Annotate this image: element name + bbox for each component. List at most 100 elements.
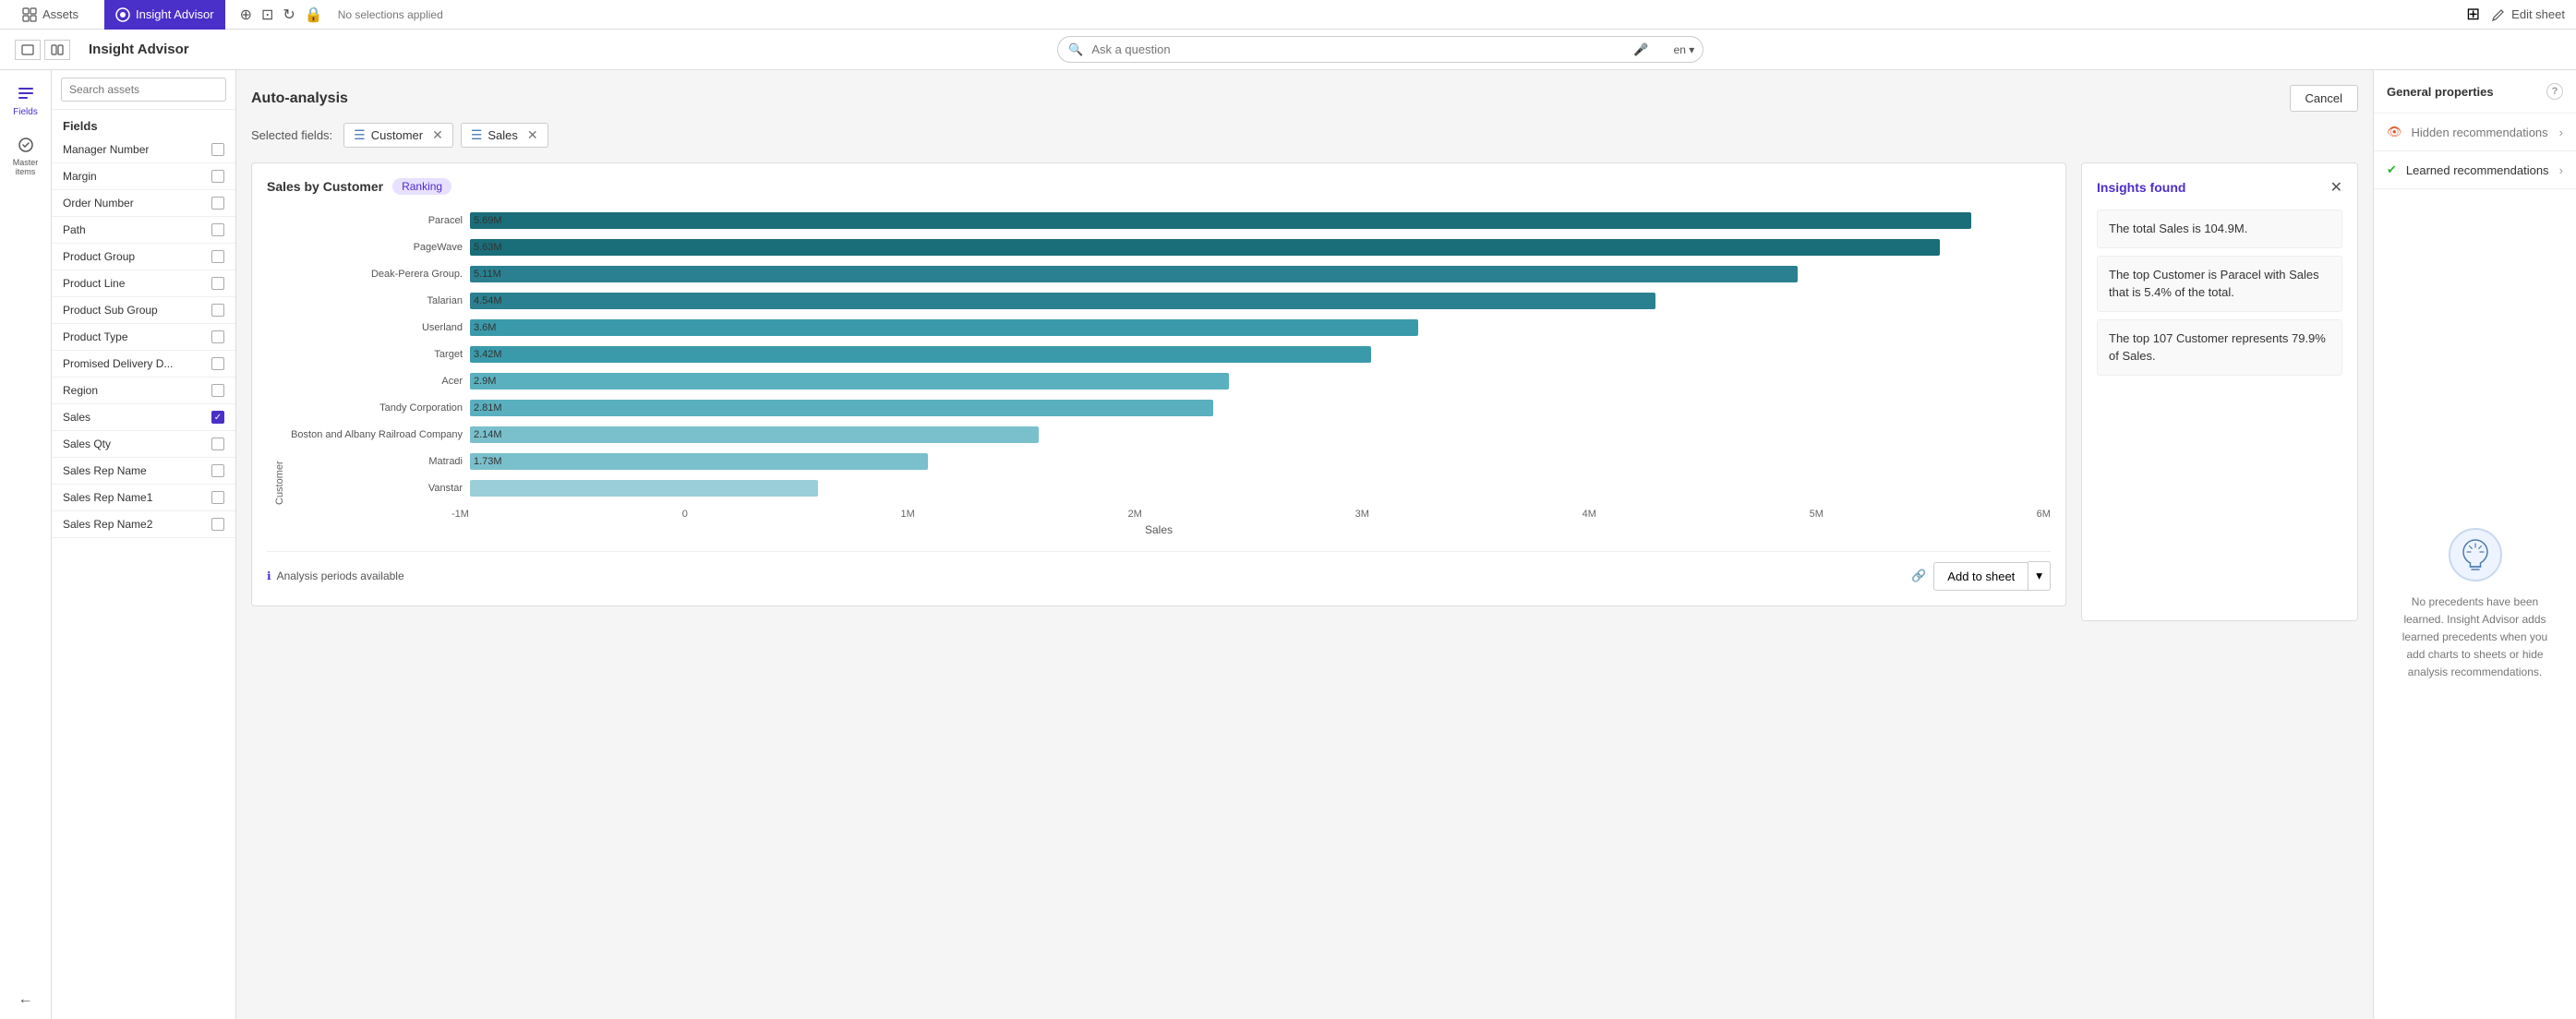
single-panel-btn[interactable] [15,40,41,60]
field-checkbox[interactable] [211,438,224,450]
field-item[interactable]: Product Sub Group [52,297,235,324]
grid-view-icon[interactable]: ⊞ [2466,5,2480,24]
field-checkbox[interactable] [211,170,224,183]
edit-sheet-button[interactable]: Edit sheet [2491,7,2565,22]
field-checkbox[interactable] [211,143,224,156]
sidebar-item-master[interactable]: Master items [0,128,51,184]
bar-track: 2.81M [470,400,2051,416]
sales-tag-remove[interactable]: ✕ [527,127,538,143]
field-item-name: Region [63,384,98,397]
collapse-arrow: ← [18,991,33,1008]
help-icon[interactable]: ? [2546,83,2563,100]
bar-fill: 3.42M [470,346,1371,363]
bar-fill: 1.73M [470,453,928,470]
search-assets-input[interactable] [61,78,226,102]
field-item[interactable]: Product Type [52,324,235,351]
chart-title: Sales by Customer [267,179,383,194]
field-checkbox[interactable] [211,223,224,236]
field-item-name: Order Number [63,197,134,210]
bar-row: Talarian 4.54M [285,290,2051,311]
learned-recs-chevron: › [2559,163,2563,177]
field-item[interactable]: Order Number [52,190,235,217]
question-search-bar: 🔍 🎤 en ▾ [1057,36,1703,63]
add-to-sheet-main[interactable]: Add to sheet [1933,562,2028,591]
field-item[interactable]: Product Line [52,270,235,297]
sales-tag-icon: ☰ [471,127,483,143]
question-input[interactable] [1057,36,1703,63]
field-checkbox[interactable] [211,330,224,343]
field-checkbox[interactable] [211,250,224,263]
field-item[interactable]: Sales Qty [52,431,235,458]
customer-field-tag[interactable]: ☰ Customer ✕ [343,123,453,148]
bar-row: PageWave 5.63M [285,236,2051,258]
field-checkbox[interactable] [211,491,224,504]
insight-item: The top Customer is Paracel with Sales t… [2097,256,2342,312]
field-item-name: Sales Rep Name2 [63,518,152,531]
right-panel-header: General properties ? [2374,70,2576,114]
field-checkbox[interactable] [211,357,224,370]
zoom-icon[interactable]: ⊕ [240,6,252,24]
field-item[interactable]: Promised Delivery D... [52,351,235,378]
bar-label: Target [285,349,470,360]
field-checkbox[interactable] [211,464,224,477]
field-item[interactable]: Sales Rep Name2 [52,511,235,538]
second-bar-title: Insight Advisor [89,42,189,57]
lock-icon[interactable]: 🔒 [305,6,323,24]
insight-advisor-tab[interactable]: Insight Advisor [104,0,225,30]
field-item[interactable]: Region [52,378,235,404]
field-checkbox[interactable]: ✓ [211,411,224,424]
mic-icon[interactable]: 🎤 [1633,42,1648,57]
x-tick: 5M [1810,509,1824,520]
insight-item: The top 107 Customer represents 79.9% of… [2097,319,2342,376]
second-bar: Insight Advisor 🔍 🎤 en ▾ [0,30,2576,70]
field-checkbox[interactable] [211,277,224,290]
bar-track: 2.14M [470,426,2051,443]
field-item[interactable]: Product Group [52,244,235,270]
cancel-button[interactable]: Cancel [2290,85,2358,112]
customer-tag-remove[interactable]: ✕ [432,127,443,143]
sales-field-tag[interactable]: ☰ Sales ✕ [461,123,548,148]
bar-row: Matradi 1.73M [285,451,2051,473]
insights-close-btn[interactable]: ✕ [2330,178,2342,197]
field-checkbox[interactable] [211,518,224,531]
add-to-sheet-btn[interactable]: 🔗 Add to sheet ▾ [1911,561,2051,591]
x-tick: 4M [1583,509,1596,520]
bar-row: Vanstar [285,478,2051,499]
sales-tag-name: Sales [488,128,518,142]
field-item[interactable]: Path [52,217,235,244]
right-panel: General properties ? 👁 Hidden recommenda… [2373,70,2576,1019]
field-item[interactable]: Sales ✓ [52,404,235,431]
bar-row: Userland 3.6M [285,317,2051,338]
sidebar-item-fields[interactable]: Fields [9,78,42,125]
bar-fill: 3.6M [470,319,1418,336]
bar-fill: 2.9M [470,373,1229,390]
assets-tab[interactable]: Assets [11,7,90,22]
field-checkbox[interactable] [211,197,224,210]
field-item-name: Path [63,223,86,236]
insights-title: Insights found [2097,180,2185,195]
assets-label: Assets [42,7,78,21]
add-to-sheet-dropdown[interactable]: ▾ [2028,561,2051,591]
bar-fill: 5.63M [470,239,1940,256]
bar-row: Paracel 5.69M [285,210,2051,231]
auto-analysis-header: Auto-analysis Cancel [251,85,2358,112]
field-item[interactable]: Manager Number [52,137,235,163]
collapse-btn[interactable]: ← [0,991,52,1019]
bar-label: Deak-Perera Group. [285,269,470,280]
field-checkbox[interactable] [211,304,224,317]
learned-recommendations-item[interactable]: ✔ Learned recommendations › [2374,151,2576,189]
select-icon[interactable]: ⊡ [261,6,273,24]
field-item-name: Sales Rep Name1 [63,491,152,504]
field-item[interactable]: Sales Rep Name1 [52,485,235,511]
ranking-badge: Ranking [392,178,451,195]
field-checkbox[interactable] [211,384,224,397]
field-item[interactable]: Margin [52,163,235,190]
field-item-name: Sales Qty [63,438,111,450]
split-panel-btn[interactable] [44,40,70,60]
bar-track: 5.11M [470,266,2051,282]
field-item[interactable]: Sales Rep Name [52,458,235,485]
hidden-recommendations-item[interactable]: 👁 Hidden recommendations › [2374,114,2576,151]
language-selector[interactable]: en ▾ [1674,43,1695,56]
forward-icon[interactable]: ↻ [283,6,295,24]
lightbulb-description: No precedents have been learned. Insight… [2392,593,2558,682]
